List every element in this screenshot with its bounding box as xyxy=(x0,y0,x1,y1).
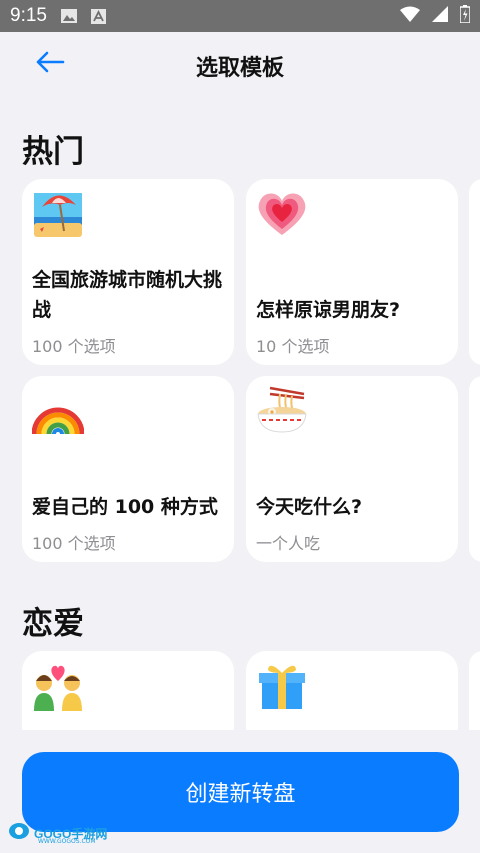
wifi-icon xyxy=(400,6,420,26)
card-title: 今天吃什么? xyxy=(256,496,363,518)
card-subtitle: 一个人吃 xyxy=(256,534,321,553)
beach-umbrella-icon xyxy=(32,187,84,239)
rainbow-icon xyxy=(31,384,85,436)
couple-heart-icon xyxy=(32,659,84,711)
template-card-peek[interactable] xyxy=(469,376,480,562)
section-title-love: 恋爱 xyxy=(22,606,84,642)
card-title: 全国旅游城市随机大挑战 xyxy=(32,269,223,321)
logo-icon xyxy=(8,822,30,844)
template-card[interactable]: 今天吃什么? 一个人吃 xyxy=(246,376,458,562)
status-time: 9:15 xyxy=(10,5,47,26)
a-box-icon xyxy=(90,8,106,24)
card-subtitle: 100 个选项 xyxy=(32,534,116,553)
status-bar: 9:15 xyxy=(0,0,480,32)
watermark-url: WWW.GOGOS.COM xyxy=(38,838,96,845)
heart-icon xyxy=(256,187,308,239)
page-title: 选取模板 xyxy=(195,56,284,81)
template-card-peek[interactable] xyxy=(469,179,480,365)
noodle-bowl-icon xyxy=(256,384,308,436)
top-bar: 选取模板 xyxy=(0,32,480,96)
image-icon xyxy=(60,9,77,23)
card-title: 爱自己的 100 种方式 xyxy=(32,496,218,518)
template-card[interactable]: 怎样原谅男朋友? 10 个选项 xyxy=(246,179,458,365)
section-title-hot: 热门 xyxy=(22,134,84,170)
gift-icon xyxy=(256,659,308,711)
template-card[interactable]: 全国旅游城市随机大挑战 100 个选项 xyxy=(22,179,234,365)
signal-icon xyxy=(432,6,448,26)
template-card[interactable]: 爱自己的 100 种方式 100 个选项 xyxy=(22,376,234,562)
watermark: GOGO手游网 WWW.GOGOS.COM xyxy=(8,822,107,845)
battery-icon xyxy=(459,5,471,27)
card-subtitle: 10 个选项 xyxy=(256,337,330,356)
create-wheel-button[interactable]: 创建新转盘 xyxy=(22,752,459,832)
card-subtitle: 100 个选项 xyxy=(32,337,116,356)
card-title: 怎样原谅男朋友? xyxy=(256,299,401,321)
